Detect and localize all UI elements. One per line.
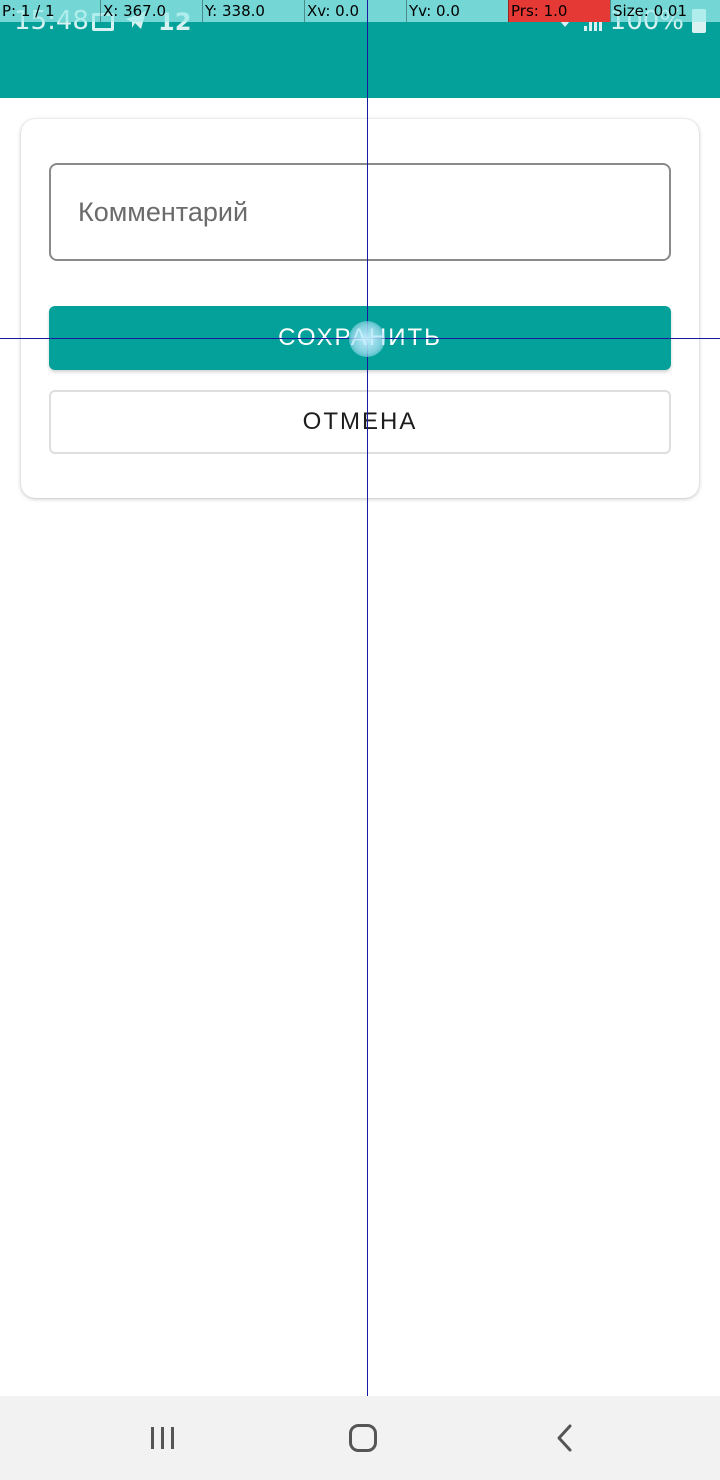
overlay-divider xyxy=(610,0,611,22)
navigation-bar xyxy=(0,1396,720,1480)
pointer-crosshair-vertical xyxy=(367,0,368,1480)
home-icon[interactable] xyxy=(339,1418,387,1458)
back-icon[interactable] xyxy=(541,1418,589,1458)
overlay-divider xyxy=(304,0,305,22)
overlay-divider xyxy=(406,0,407,22)
overlay-divider xyxy=(202,0,203,22)
overlay-x: X: 367.0 xyxy=(103,2,167,20)
overlay-y: Y: 338.0 xyxy=(205,2,265,20)
overlay-pressure: Prs: 1.0 xyxy=(511,2,568,20)
screen: 15:48 12 100% P: 1 / 1 xyxy=(0,0,720,1480)
overlay-size: Size: 0.01 xyxy=(613,2,688,20)
pointer-location-overlay: P: 1 / 1 X: 367.0 Y: 338.0 Xv: 0.0 Yv: 0… xyxy=(0,0,720,22)
overlay-yv: Yv: 0.0 xyxy=(409,2,460,20)
overlay-divider xyxy=(508,0,509,22)
comment-card: СОХРАНИТЬ ОТМЕНА xyxy=(21,119,699,498)
overlay-divider xyxy=(100,0,101,22)
cancel-button[interactable]: ОТМЕНА xyxy=(49,390,671,454)
overlay-pointer-count: P: 1 / 1 xyxy=(2,2,55,20)
comment-field[interactable] xyxy=(49,163,671,261)
touch-indicator xyxy=(349,321,385,357)
comment-input[interactable] xyxy=(78,192,642,232)
recent-apps-icon[interactable] xyxy=(139,1418,187,1458)
overlay-xv: Xv: 0.0 xyxy=(307,2,360,20)
